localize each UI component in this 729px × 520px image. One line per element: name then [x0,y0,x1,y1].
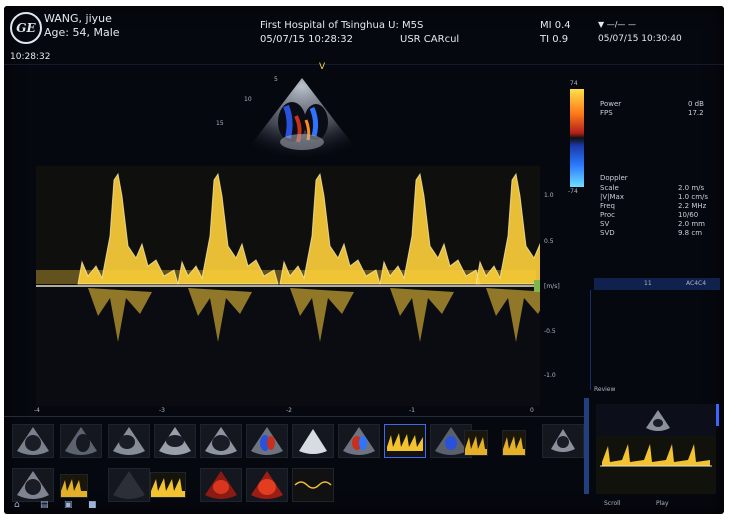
colorbar-top-value: 74 [570,80,578,87]
thumbnail-a3c[interactable] [108,424,150,458]
scale-tick-minus-1: -1.0 [544,372,556,379]
time-tick: -1 [409,407,415,414]
thumbnail-red-color-2[interactable] [246,468,288,502]
baseline-handle[interactable] [534,280,540,292]
baseline-unit: [m/s] [544,283,560,290]
thumbnail-a4c[interactable] [12,424,54,458]
param-value: 2.0 mm [678,220,705,228]
param-label: Scale [600,184,619,192]
system-datetime: 05/07/15 10:30:40 [598,34,682,44]
review-label: Review [594,386,616,393]
thumbnail-cone[interactable] [292,424,334,458]
scroll-button[interactable]: Scroll [604,500,620,507]
scale-tick-1: 1.0 [544,192,554,199]
ti-value: TI 0.9 [540,34,569,45]
thumbnail-a4c-small[interactable] [542,424,584,458]
header-divider [4,64,724,65]
thumbnail-a4c-2[interactable] [200,424,242,458]
thumbnail-doppler-row2-b[interactable] [150,472,186,498]
thumbnail-color-flow[interactable] [246,424,288,458]
ge-logo: GE [10,12,42,44]
probe-marker: V [319,62,326,72]
scale-tick-0-5: 0.5 [544,238,554,245]
thumbnail-a4c-row2[interactable] [12,468,54,502]
ultrasound-screen: GE WANG, jiyue Age: 54, Male First Hospi… [4,6,724,514]
thumbnail-doppler-2[interactable] [464,430,488,456]
param-label: SVD [600,229,615,237]
depth-marker-10: 10 [244,96,252,103]
folder-icon[interactable]: ▤ [40,500,49,510]
param-label: |V|Max [600,193,624,201]
status-icon-row: ▼ —/— — [598,20,636,29]
print-icon[interactable]: ▣ [64,500,73,510]
status-symbol: —/— — [606,20,636,29]
transducer-icon: ▼ [598,20,605,29]
colorbar-bottom-value: -74 [568,188,578,195]
clipboard-scrollbar[interactable] [584,398,589,494]
param-label: SV [600,220,610,228]
time-tick: -3 [159,407,165,414]
thumbnail-dark[interactable] [108,468,150,502]
patient-info: Age: 54, Male [44,26,120,39]
depth-marker-5: 5 [274,76,278,83]
thumbnail-doppler-row2[interactable] [60,474,88,498]
time-tick: 0 [530,407,534,414]
thumbnail-a2c[interactable] [60,424,102,458]
power-label: Power [600,100,622,108]
thumbnail-red-color[interactable] [200,468,242,502]
doppler-title: Doppler [600,174,628,182]
thumbnail-color-flow-2[interactable] [338,424,380,458]
mi-value: MI 0.4 [540,20,571,31]
hospital-name: First Hospital of Tsinghua U: M5S [260,20,424,31]
time-tick: -4 [34,407,40,414]
clip-bar-left: 11 [644,280,652,287]
param-label: Proc [600,211,615,219]
exam-datetime: 05/07/15 10:28:32 [260,34,354,45]
clipboard-divider [4,416,584,417]
thumbnail-doppler-3[interactable] [502,430,526,456]
thumbnail-m-trace[interactable] [292,468,334,502]
param-value: 2.0 m/s [678,184,705,192]
depth-marker-15: 15 [216,120,224,127]
color-velocity-bar [570,89,584,187]
power-value: 0 dB [688,100,704,108]
clock-time: 10:28:32 [10,52,51,62]
thumbnail-doppler-selected[interactable] [384,424,426,458]
preset-label: USR CARcul [400,34,460,45]
review-scrollbar[interactable] [716,404,719,426]
clip-bar-right: AC4C4 [686,280,707,287]
patient-name: WANG, jiyue [44,12,112,25]
panel-divider [590,290,591,390]
fps-value: 17.2 [688,109,704,117]
param-value: 10/60 [678,211,699,219]
param-label: Freq [600,202,615,210]
param-value: 1.0 cm/s [678,193,709,201]
scale-tick-minus-0-5: -0.5 [544,328,556,335]
fps-label: FPS [600,109,613,117]
time-tick: -2 [286,407,292,414]
echo-sector-image [250,78,354,160]
save-icon[interactable]: ■ [88,500,97,510]
param-value: 2.2 MHz [678,202,707,210]
play-button[interactable]: Play [656,500,669,507]
thumbnail-plax[interactable] [154,424,196,458]
doppler-spectrum [36,166,540,406]
home-icon[interactable]: ⌂ [14,500,20,510]
review-mini-image [596,404,716,494]
param-value: 9.8 cm [678,229,703,237]
clip-bar[interactable]: 11 AC4C4 [594,278,720,290]
